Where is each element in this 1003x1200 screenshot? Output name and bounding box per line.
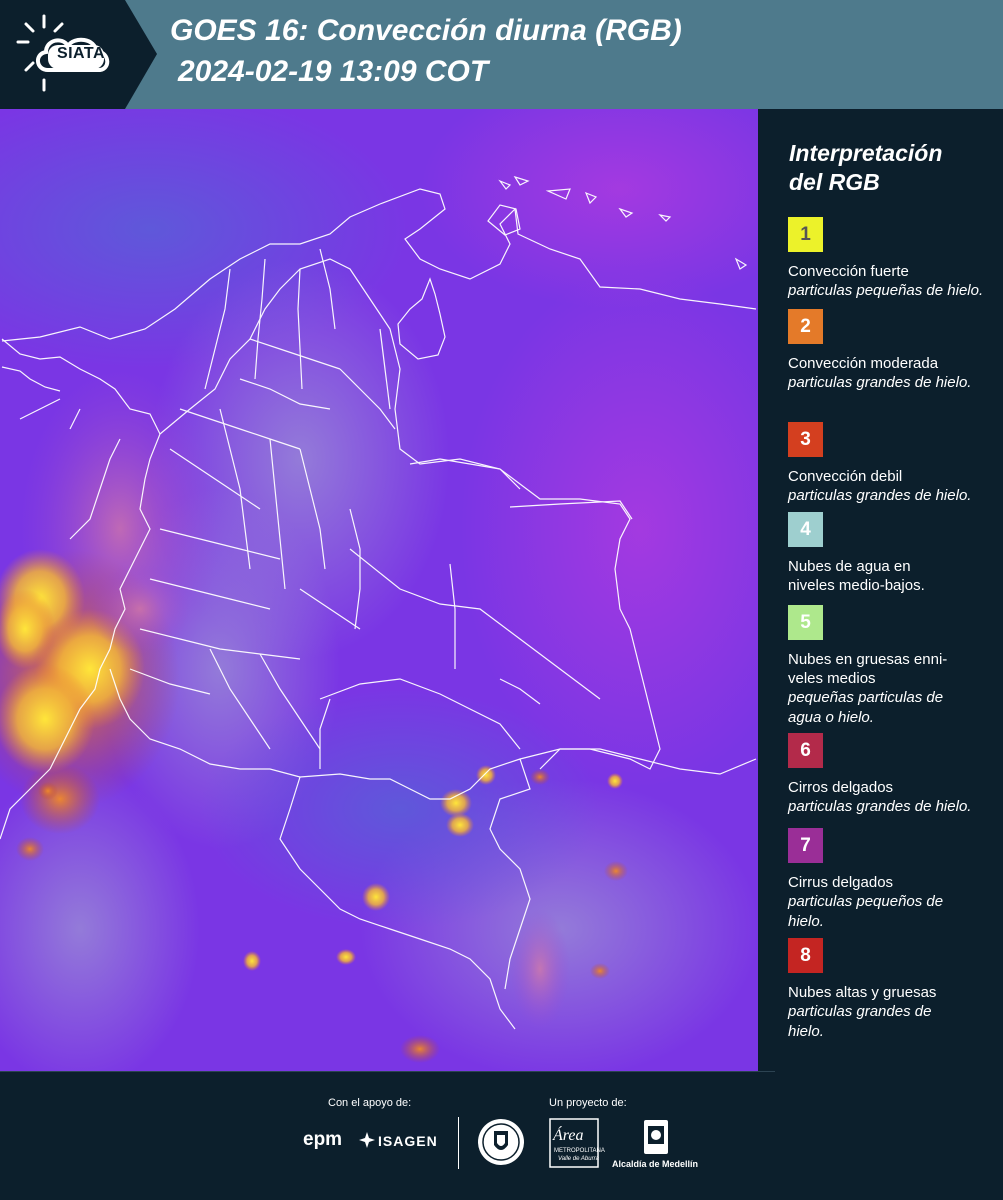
footer: Con el apoyo de: Un proyecto de: epm ISA… bbox=[0, 1071, 1003, 1200]
legend-item: 8 Nubes altas y gruesas particulas grand… bbox=[788, 938, 993, 1042]
satellite-image bbox=[0, 109, 760, 1071]
page-title: GOES 16: Convección diurna (RGB) bbox=[170, 14, 682, 47]
epm-logo[interactable]: epm bbox=[303, 1129, 342, 1151]
legend-item: 7 Cirrus delgados particulas pequeños de… bbox=[788, 828, 993, 932]
legend-swatch: 1 bbox=[788, 217, 823, 252]
legend-item: 4 Nubes de agua en niveles medio-bajos. bbox=[788, 512, 993, 595]
legend-item-label: Nubes de agua en niveles medio-bajos. bbox=[788, 558, 925, 594]
isagen-logo[interactable]: ISAGEN bbox=[358, 1131, 437, 1154]
logo-divider bbox=[458, 1117, 459, 1169]
legend-title-line2: del RGB bbox=[789, 169, 880, 195]
legend-title: Interpretación del RGB bbox=[789, 139, 989, 197]
legend-item-detail: particulas grandes de hielo. bbox=[788, 374, 972, 391]
legend-item: 3 Convección debil particulas grandes de… bbox=[788, 422, 993, 506]
legend-item: 1 Convección fuerte particulas pequeñas … bbox=[788, 217, 993, 301]
legend-item-detail: particulas grandes de hielo. bbox=[788, 798, 972, 815]
legend-item-detail: particulas pequeños de hielo. bbox=[788, 893, 944, 930]
timestamp: 2024-02-19 13:09 COT bbox=[178, 55, 489, 88]
legend-item-detail: pequeñas particulas de agua o hielo. bbox=[788, 689, 944, 726]
legend-swatch: 2 bbox=[788, 309, 823, 344]
legend-swatch-number: 6 bbox=[800, 740, 811, 761]
header-bar: SIATA GOES 16: Convección diurna (RGB) 2… bbox=[0, 0, 1003, 109]
area-logo-text: Área bbox=[553, 1127, 584, 1144]
project-caption: Un proyecto de: bbox=[549, 1097, 627, 1109]
alcaldia-logo[interactable] bbox=[642, 1118, 670, 1161]
legend-swatch-number: 2 bbox=[800, 316, 811, 337]
isagen-icon bbox=[359, 1132, 375, 1148]
legend-swatch-number: 5 bbox=[800, 612, 811, 633]
seal-icon bbox=[478, 1119, 524, 1165]
siata-logo-text: SIATA bbox=[56, 45, 106, 62]
legend-swatch: 7 bbox=[788, 828, 823, 863]
legend-swatch: 8 bbox=[788, 938, 823, 973]
area-logo-sub2: Valle de Aburrá bbox=[558, 1156, 599, 1162]
legend-panel: Interpretación del RGB 1 Convección fuer… bbox=[760, 109, 1003, 1071]
legend-item-label: Cirrus delgados bbox=[788, 874, 894, 891]
legend-title-line1: Interpretación bbox=[789, 140, 943, 166]
legend-item-label: Cirros delgados bbox=[788, 779, 894, 796]
legend-swatch: 6 bbox=[788, 733, 823, 768]
siata-logo: SIATA bbox=[0, 0, 160, 109]
legend-swatch-number: 7 bbox=[800, 835, 811, 856]
isagen-logo-text: ISAGEN bbox=[378, 1133, 438, 1149]
legend-swatch-number: 1 bbox=[800, 224, 811, 245]
medellin-seal-logo[interactable] bbox=[476, 1117, 526, 1172]
legend-item-detail: particulas grandes de hielo. bbox=[788, 487, 972, 504]
support-caption: Con el apoyo de: bbox=[328, 1097, 412, 1109]
alcaldia-logo-text: Alcaldía de Medellín bbox=[612, 1159, 699, 1169]
legend-item-label: Nubes en gruesas enni-veles medios bbox=[788, 651, 948, 687]
legend-item: 5 Nubes en gruesas enni-veles medios peq… bbox=[788, 605, 993, 728]
legend-swatch-number: 4 bbox=[800, 519, 811, 540]
legend-item-detail: particulas pequeñas de hielo. bbox=[788, 282, 984, 299]
legend-item-detail: particulas grandes de hielo. bbox=[788, 1003, 932, 1040]
alcaldia-emblem-icon bbox=[644, 1120, 668, 1154]
legend-item-label: Convección fuerte bbox=[788, 263, 909, 280]
footer-divider bbox=[0, 1071, 775, 1072]
satellite-map[interactable] bbox=[0, 109, 760, 1071]
legend-swatch: 3 bbox=[788, 422, 823, 457]
legend-item-label: Nubes altas y gruesas bbox=[788, 984, 937, 1001]
legend-swatch-number: 3 bbox=[800, 429, 811, 450]
legend-item: 2 Convección moderada particulas grandes… bbox=[788, 309, 993, 393]
legend-swatch: 4 bbox=[788, 512, 823, 547]
epm-logo-text: epm bbox=[303, 1129, 343, 1150]
legend-swatch: 5 bbox=[788, 605, 823, 640]
area-logo-sub: METROPOLITANA bbox=[554, 1148, 605, 1154]
legend-item-label: Convección debil bbox=[788, 468, 903, 485]
legend-swatch-number: 8 bbox=[800, 945, 811, 966]
legend-item: 6 Cirros delgados particulas grandes de … bbox=[788, 733, 993, 817]
legend-item-label: Convección moderada bbox=[788, 355, 939, 372]
